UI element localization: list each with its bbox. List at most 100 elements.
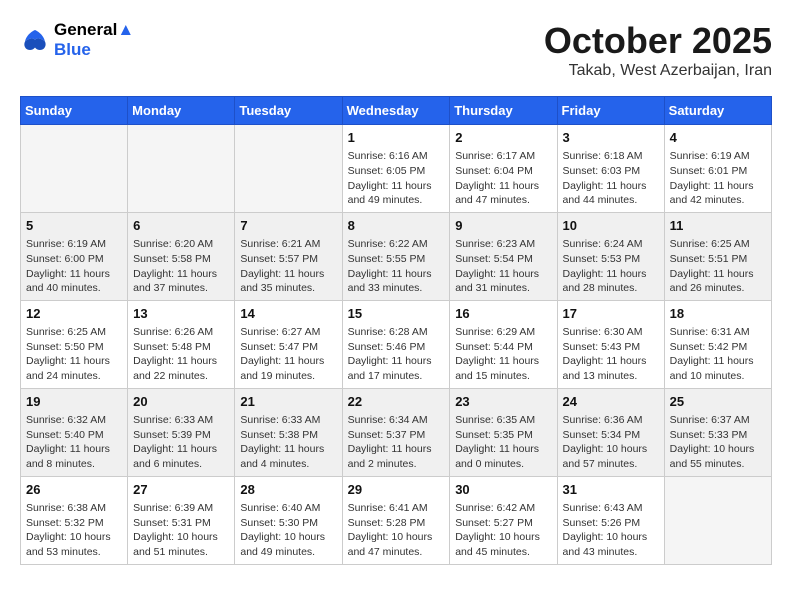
day-info-line: Daylight: 11 hours [133,442,229,457]
day-number: 11 [670,217,766,235]
week-row-2: 5Sunrise: 6:19 AMSunset: 6:00 PMDaylight… [21,212,772,300]
calendar-cell: 9Sunrise: 6:23 AMSunset: 5:54 PMDaylight… [450,212,557,300]
day-info-line: and 40 minutes. [26,281,122,296]
calendar-cell: 12Sunrise: 6:25 AMSunset: 5:50 PMDayligh… [21,300,128,388]
calendar-cell: 15Sunrise: 6:28 AMSunset: 5:46 PMDayligh… [342,300,450,388]
day-info-line: and 10 minutes. [670,369,766,384]
day-info-line: Sunset: 5:26 PM [563,516,659,531]
day-number: 20 [133,393,229,411]
day-info-line: Daylight: 11 hours [133,267,229,282]
day-number: 24 [563,393,659,411]
day-info-line: Sunrise: 6:37 AM [670,413,766,428]
day-info-line: Sunset: 5:37 PM [348,428,445,443]
day-info-line: Daylight: 10 hours [133,530,229,545]
day-info-line: Sunrise: 6:23 AM [455,237,551,252]
day-info-line: Sunrise: 6:34 AM [348,413,445,428]
day-info-line: Sunset: 5:48 PM [133,340,229,355]
calendar-cell: 4Sunrise: 6:19 AMSunset: 6:01 PMDaylight… [664,125,771,213]
day-info-line: Daylight: 10 hours [26,530,122,545]
day-info-line: Sunset: 5:34 PM [563,428,659,443]
day-info-line: Sunrise: 6:25 AM [26,325,122,340]
day-number: 18 [670,305,766,323]
calendar-cell: 30Sunrise: 6:42 AMSunset: 5:27 PMDayligh… [450,476,557,564]
day-info-line: Sunset: 5:30 PM [240,516,336,531]
calendar-cell [664,476,771,564]
day-info-line: Sunrise: 6:36 AM [563,413,659,428]
day-number: 26 [26,481,122,499]
day-info-line: Sunset: 5:54 PM [455,252,551,267]
day-info-line: and 6 minutes. [133,457,229,472]
day-info-line: and 47 minutes. [455,193,551,208]
calendar-cell: 24 Sunrise: 6:36 AMSunset: 5:34 PMDayligh… [557,388,664,476]
day-info-line: Sunrise: 6:24 AM [563,237,659,252]
day-info-line: Sunset: 6:04 PM [455,164,551,179]
page-header: General▲ Blue October 2025 Takab, West A… [20,20,772,80]
day-info-line: Sunset: 5:39 PM [133,428,229,443]
day-info-line: Sunset: 5:50 PM [26,340,122,355]
calendar-cell: 6Sunrise: 6:20 AMSunset: 5:58 PMDaylight… [128,212,235,300]
day-info-line: and 2 minutes. [348,457,445,472]
day-info-line: Sunset: 6:05 PM [348,164,445,179]
calendar-cell: 2Sunrise: 6:17 AMSunset: 6:04 PMDaylight… [450,125,557,213]
day-info-line: Sunset: 6:01 PM [670,164,766,179]
day-info-line: and 49 minutes. [240,545,336,560]
location: Takab, West Azerbaijan, Iran [544,62,772,80]
day-info-line: Sunset: 5:53 PM [563,252,659,267]
day-info-line: Sunset: 5:58 PM [133,252,229,267]
day-info-line: Daylight: 11 hours [455,442,551,457]
day-info-line: Sunrise: 6:41 AM [348,501,445,516]
calendar-cell: 7Sunrise: 6:21 AMSunset: 5:57 PMDaylight… [235,212,342,300]
day-info-line: Daylight: 11 hours [348,179,445,194]
day-info-line: Daylight: 11 hours [455,354,551,369]
day-info-line: Sunset: 5:33 PM [670,428,766,443]
day-info-line: and 47 minutes. [348,545,445,560]
day-info-line: and 49 minutes. [348,193,445,208]
day-info-line: Daylight: 10 hours [563,442,659,457]
day-info-line: and 8 minutes. [26,457,122,472]
day-info-line: Sunrise: 6:35 AM [455,413,551,428]
day-info-line: and 33 minutes. [348,281,445,296]
day-info-line: Daylight: 10 hours [455,530,551,545]
day-number: 7 [240,217,336,235]
day-number: 4 [670,129,766,147]
header-thursday: Thursday [450,97,557,125]
day-info-line: Daylight: 11 hours [240,442,336,457]
day-info-line: Daylight: 11 hours [26,267,122,282]
day-info-line: Sunrise: 6:29 AM [455,325,551,340]
day-info-line: Sunset: 5:46 PM [348,340,445,355]
calendar-cell [21,125,128,213]
day-info-line: and 0 minutes. [455,457,551,472]
day-info-line: Sunset: 6:03 PM [563,164,659,179]
day-info-line: Sunrise: 6:22 AM [348,237,445,252]
day-info-line: and 15 minutes. [455,369,551,384]
day-info-line: Sunset: 5:40 PM [26,428,122,443]
day-info-line: Sunrise: 6:33 AM [133,413,229,428]
day-info-line: and 17 minutes. [348,369,445,384]
day-info-line: Daylight: 11 hours [348,354,445,369]
day-info-line: and 19 minutes. [240,369,336,384]
day-info-line: Sunrise: 6:25 AM [670,237,766,252]
day-info-line: Sunset: 5:32 PM [26,516,122,531]
day-number: 9 [455,217,551,235]
day-info-line: Sunrise: 6:21 AM [240,237,336,252]
day-info-line: Daylight: 11 hours [26,442,122,457]
day-info-line: Sunrise: 6:40 AM [240,501,336,516]
header-sunday: Sunday [21,97,128,125]
header-friday: Friday [557,97,664,125]
day-info-line: Sunrise: 6:20 AM [133,237,229,252]
day-number: 29 [348,481,445,499]
day-info-line: Sunrise: 6:19 AM [26,237,122,252]
logo-text: General▲ Blue [54,20,134,59]
calendar-body: 1Sunrise: 6:16 AMSunset: 6:05 PMDaylight… [21,125,772,565]
day-number: 16 [455,305,551,323]
day-info-line: Daylight: 10 hours [563,530,659,545]
calendar-cell: 23Sunrise: 6:35 AMSunset: 5:35 PMDayligh… [450,388,557,476]
header-tuesday: Tuesday [235,97,342,125]
day-info-line: Sunset: 5:31 PM [133,516,229,531]
day-info-line: and 28 minutes. [563,281,659,296]
day-info-line: and 45 minutes. [455,545,551,560]
header-monday: Monday [128,97,235,125]
day-number: 15 [348,305,445,323]
calendar-cell: 16Sunrise: 6:29 AMSunset: 5:44 PMDayligh… [450,300,557,388]
day-number: 14 [240,305,336,323]
